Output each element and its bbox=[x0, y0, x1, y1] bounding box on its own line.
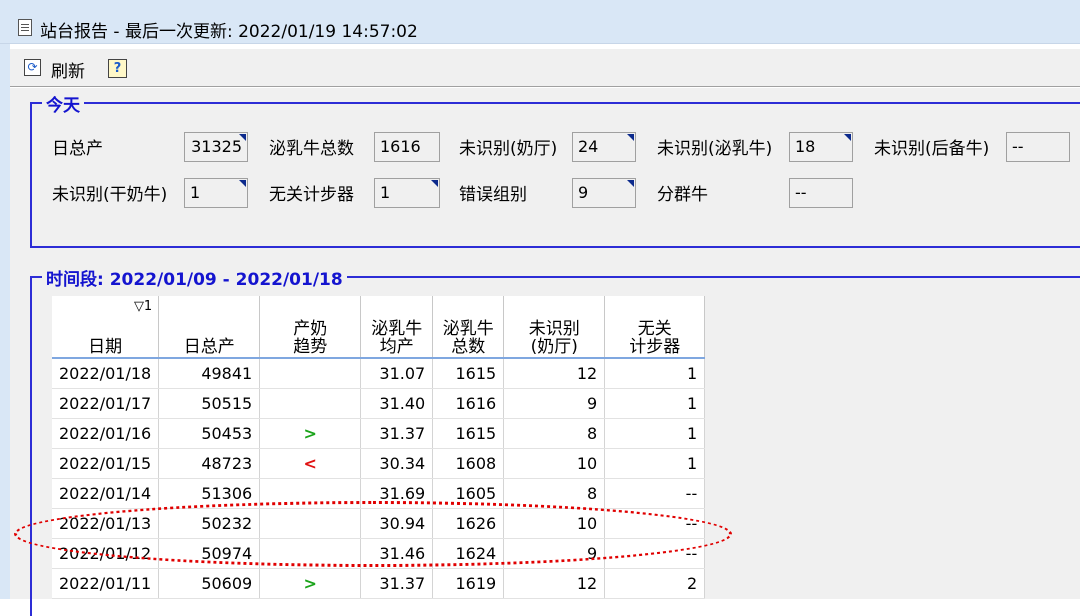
column-header-lactating-count[interactable]: 泌乳牛 总数 bbox=[432, 296, 505, 359]
unid-parlor-cell: 8 bbox=[503, 418, 606, 449]
no-pedometer-cell: 2 bbox=[604, 568, 706, 599]
avg-yield-cell: 31.07 bbox=[360, 358, 434, 389]
table-row[interactable]: 2022/01/16 50453 >31.37 1615 8 1 bbox=[52, 418, 706, 449]
no-pedometer-label: 无关计步器 bbox=[269, 185, 354, 205]
unid-parlor-cell: 9 bbox=[503, 388, 606, 419]
avg-yield-cell: 31.37 bbox=[360, 568, 434, 599]
column-header-date[interactable]: ▽1 日期 bbox=[52, 296, 160, 359]
column-header-no-pedometer[interactable]: 无关 计步器 bbox=[604, 296, 706, 359]
date-cell: 2022/01/18 bbox=[52, 358, 160, 389]
trend-down-icon: < bbox=[259, 448, 362, 479]
window-titlebar: 站台报告 - 最后一次更新: 2022/01/19 14:57:02 bbox=[0, 0, 1080, 44]
total-yield-cell: 50609 bbox=[158, 568, 261, 599]
separate-cow-label: 分群牛 bbox=[657, 185, 708, 205]
today-group-title: 今天 bbox=[42, 91, 84, 116]
trend-up-icon: > bbox=[259, 418, 362, 449]
total-yield-field[interactable]: 31325 bbox=[184, 132, 248, 162]
column-header-avg-yield[interactable]: 泌乳牛 均产 bbox=[360, 296, 434, 359]
unid-heifer-label: 未识别(后备牛) bbox=[874, 139, 990, 159]
no-pedometer-cell: 1 bbox=[604, 448, 706, 479]
date-cell: 2022/01/17 bbox=[52, 388, 160, 419]
avg-yield-cell: 31.37 bbox=[360, 418, 434, 449]
sort-indicator-icon: ▽1 bbox=[133, 299, 153, 314]
period-group-title: 时间段: 2022/01/09 - 2022/01/18 bbox=[42, 265, 347, 290]
trend-cell bbox=[259, 358, 362, 389]
unid-lactating-label: 未识别(泌乳牛) bbox=[657, 139, 773, 159]
total-yield-cell: 49841 bbox=[158, 358, 261, 389]
window-frame bbox=[0, 44, 10, 599]
wrong-group-label: 错误组别 bbox=[459, 185, 527, 205]
column-header-label: 日期 bbox=[88, 337, 123, 357]
total-yield-cell: 50453 bbox=[158, 418, 261, 449]
unid-parlor-label: 未识别(奶厅) bbox=[459, 139, 558, 159]
toolbar: ⟳ 刷新 ? bbox=[10, 49, 1080, 87]
refresh-label[interactable]: 刷新 bbox=[51, 57, 85, 82]
unid-parlor-cell: 10 bbox=[503, 448, 606, 479]
total-yield-cell: 50515 bbox=[158, 388, 261, 419]
today-group: 今天 日总产 31325 泌乳牛总数 1616 未识别(奶厅) 24 未识别(泌… bbox=[30, 91, 1080, 248]
lactating-count-cell: 1619 bbox=[432, 568, 505, 599]
table-row[interactable]: 2022/01/11 50609 >31.37 1619 12 2 bbox=[52, 568, 706, 599]
date-cell: 2022/01/14 bbox=[52, 478, 160, 509]
date-cell: 2022/01/16 bbox=[52, 418, 160, 449]
unid-dry-label: 未识别(干奶牛) bbox=[52, 185, 168, 205]
unid-lactating-field[interactable]: 18 bbox=[789, 132, 853, 162]
unid-parlor-cell: 12 bbox=[503, 568, 606, 599]
wrong-group-field[interactable]: 9 bbox=[572, 178, 636, 208]
no-pedometer-cell: -- bbox=[604, 478, 706, 509]
no-pedometer-cell: 1 bbox=[604, 418, 706, 449]
unid-dry-field[interactable]: 1 bbox=[184, 178, 248, 208]
date-cell: 2022/01/11 bbox=[52, 568, 160, 599]
highlight-oval bbox=[14, 501, 732, 567]
column-header-trend[interactable]: 产奶 趋势 bbox=[259, 296, 362, 359]
total-yield-cell: 48723 bbox=[158, 448, 261, 479]
trend-up-icon: > bbox=[259, 568, 362, 599]
lactating-count-cell: 1616 bbox=[432, 388, 505, 419]
lactating-count-field[interactable]: 1616 bbox=[374, 132, 440, 162]
date-cell: 2022/01/15 bbox=[52, 448, 160, 479]
report-content: 今天 日总产 31325 泌乳牛总数 1616 未识别(奶厅) 24 未识别(泌… bbox=[10, 88, 1080, 616]
total-yield-label: 日总产 bbox=[52, 139, 103, 159]
column-header-unid-parlor[interactable]: 未识别 (奶厅) bbox=[503, 296, 606, 359]
avg-yield-cell: 31.40 bbox=[360, 388, 434, 419]
no-pedometer-cell: 1 bbox=[604, 388, 706, 419]
lactating-count-label: 泌乳牛总数 bbox=[269, 139, 354, 159]
no-pedometer-cell: 1 bbox=[604, 358, 706, 389]
refresh-icon[interactable]: ⟳ bbox=[24, 59, 41, 76]
column-header-total-yield[interactable]: 日总产 bbox=[158, 296, 261, 359]
lactating-count-cell: 1615 bbox=[432, 358, 505, 389]
window-title: 站台报告 - 最后一次更新: 2022/01/19 14:57:02 bbox=[40, 22, 418, 42]
separate-cow-field[interactable]: -- bbox=[789, 178, 853, 208]
trend-cell bbox=[259, 388, 362, 419]
unid-parlor-field[interactable]: 24 bbox=[572, 132, 636, 162]
lactating-count-cell: 1608 bbox=[432, 448, 505, 479]
unid-heifer-field[interactable]: -- bbox=[1006, 132, 1070, 162]
unid-parlor-cell: 12 bbox=[503, 358, 606, 389]
table-row[interactable]: 2022/01/15 48723 <30.34 1608 10 1 bbox=[52, 448, 706, 479]
avg-yield-cell: 30.34 bbox=[360, 448, 434, 479]
no-pedometer-field[interactable]: 1 bbox=[374, 178, 440, 208]
table-row[interactable]: 2022/01/18 49841 31.07 1615 12 1 bbox=[52, 358, 706, 389]
table-header-row: ▽1 日期 日总产 产奶 趋势 泌乳牛 均产 泌乳牛 总数 未识别 (奶厅) 无关 计步器 bbox=[52, 296, 706, 359]
help-icon[interactable]: ? bbox=[108, 59, 127, 78]
lactating-count-cell: 1615 bbox=[432, 418, 505, 449]
table-row[interactable]: 2022/01/17 50515 31.40 1616 9 1 bbox=[52, 388, 706, 419]
report-document-icon bbox=[18, 19, 32, 36]
